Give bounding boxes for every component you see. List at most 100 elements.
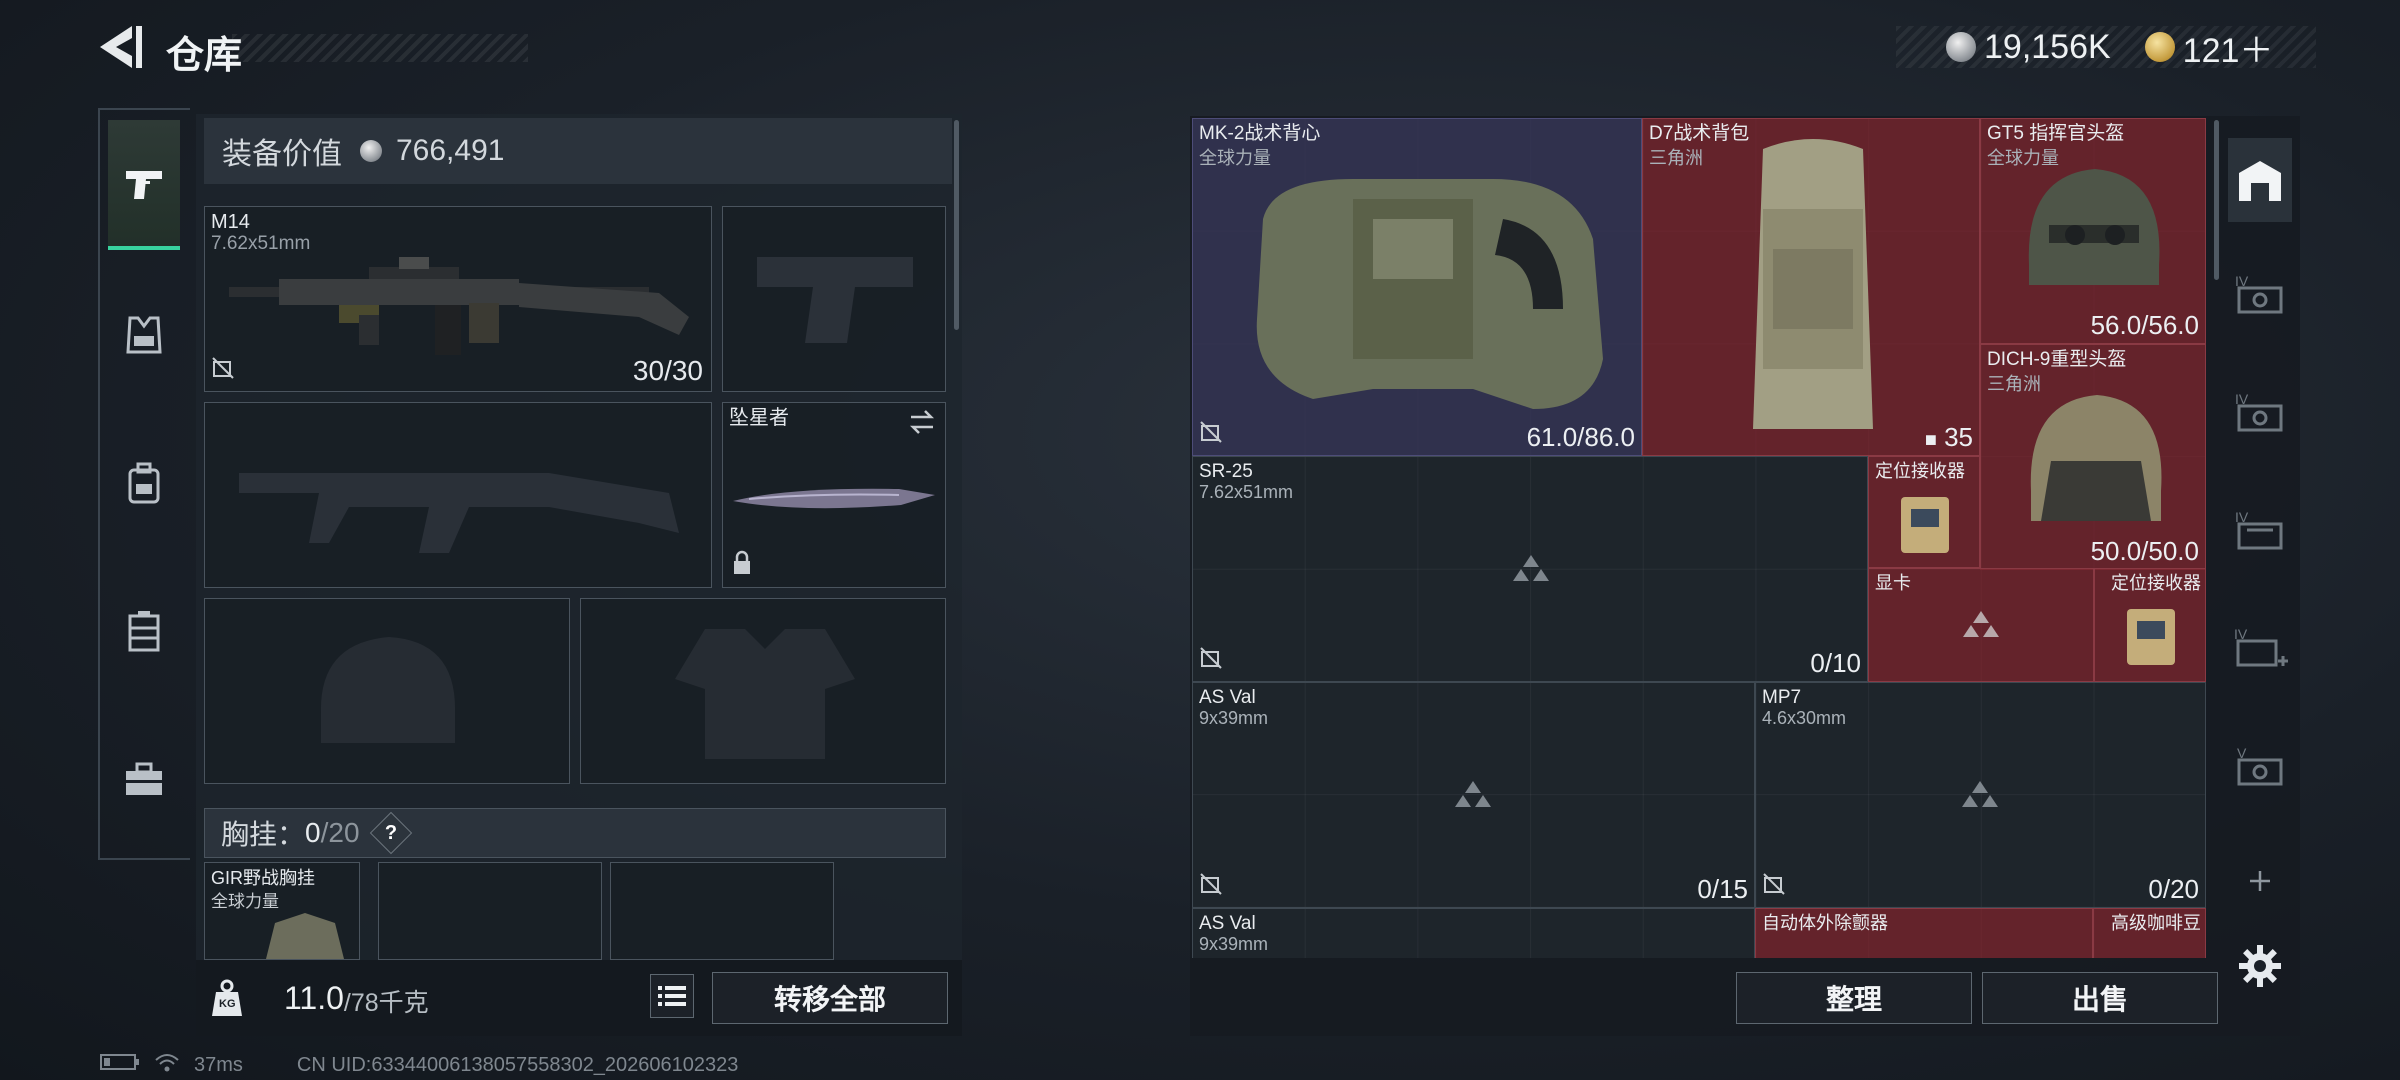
- chest-rig-pocket-1[interactable]: [378, 862, 602, 960]
- rifle-placeholder-icon: [239, 473, 679, 553]
- chest-rig-pocket-2[interactable]: [610, 862, 834, 960]
- not-insured-icon: [211, 356, 235, 385]
- ping: 37ms: [194, 1053, 243, 1076]
- rail-tab-armor[interactable]: [108, 270, 180, 400]
- backpack-capacity: ■ 35: [1924, 422, 1973, 452]
- stash-item-aed[interactable]: 自动体外除颤器: [1755, 908, 2093, 958]
- silver-coin-icon: [360, 140, 382, 162]
- page-title: 仓库: [166, 35, 243, 77]
- locator-image: [1901, 497, 1949, 553]
- capacity-icon: ■: [1924, 429, 1937, 451]
- stash-rail: IV IV IV IV V: [2220, 116, 2300, 1036]
- rifle-image: [229, 257, 689, 355]
- secondary-weapon-slot[interactable]: [204, 402, 712, 588]
- stash-iv-icon: IV: [2235, 273, 2283, 314]
- not-insured-icon: [1199, 872, 1223, 901]
- transfer-all-button[interactable]: 转移全部: [712, 972, 948, 1024]
- help-button[interactable]: ?: [369, 811, 412, 855]
- stash-v-icon: V: [2237, 745, 2283, 786]
- stash-iv-add-icon: IV: [2234, 626, 2288, 667]
- stash-grid: MK-2战术背心 全球力量 61.0/86.0 D7战术背包 三角洲 ■ 35 …: [1192, 118, 2206, 958]
- title-decoration: [232, 34, 528, 62]
- heavy-helmet-image: [2030, 395, 2162, 521]
- missing-asset-icon: [1513, 555, 1549, 581]
- add-icon: [2250, 871, 2270, 891]
- sort-button[interactable]: 整理: [1736, 972, 1972, 1024]
- stash-item-helmet-gt5[interactable]: GT5 指挥官头盔 全球力量 56.0/56.0: [1980, 118, 2206, 344]
- gold-coin-icon: [2144, 32, 2175, 62]
- stash-item-gpu[interactable]: 显卡: [1868, 568, 2094, 682]
- stash-item-asval-1[interactable]: AS Val 9x39mm 0/15: [1192, 682, 1755, 908]
- wifi-icon: [154, 1052, 180, 1078]
- armor-placeholder-icon: [675, 629, 855, 759]
- chest-rig-header: 胸挂： 0/20 ?: [204, 808, 946, 858]
- status-line: 37ms CN UID:63344006138057558302_2026061…: [100, 1052, 738, 1078]
- pistol-slot[interactable]: [722, 206, 946, 392]
- not-insured-icon: [1199, 420, 1223, 449]
- add-stash-button[interactable]: [2228, 856, 2292, 906]
- stash-iv-icon: IV: [2235, 509, 2283, 550]
- stash-iv-icon: IV: [2235, 391, 2283, 432]
- user-uid: CN UID:63344006138057558302_202606102323: [296, 1053, 739, 1076]
- loadout-scrollbar[interactable]: [954, 120, 959, 330]
- list-icon: [658, 986, 686, 1006]
- stash-item-locator-2[interactable]: 定位接收器: [2094, 568, 2206, 682]
- back-button[interactable]: [96, 22, 144, 72]
- toolbox-icon: [126, 762, 162, 795]
- chest-rig-icon: [128, 611, 160, 652]
- pistol-placeholder-icon: [757, 257, 913, 343]
- stash-tab-main[interactable]: [2228, 138, 2292, 222]
- locator-image: [2127, 609, 2175, 665]
- pistol-icon: [126, 171, 162, 199]
- gold-currency[interactable]: 121＋: [2144, 23, 2273, 72]
- equipment-value: 装备价值 766,491: [204, 118, 952, 184]
- rail-tab-chest-rig[interactable]: [108, 566, 180, 696]
- helmet-slot[interactable]: [204, 598, 570, 784]
- stash-item-sr25[interactable]: SR-25 7.62x51mm 0/10: [1192, 456, 1868, 682]
- list-view-button[interactable]: [650, 974, 694, 1018]
- rail-tab-weapons[interactable]: [108, 120, 180, 250]
- not-insured-icon: [1762, 872, 1786, 901]
- melee-slot[interactable]: 坠星者: [722, 402, 946, 588]
- stash-item-mp7[interactable]: MP7 4.6x30mm 0/20: [1755, 682, 2206, 908]
- back-arrow-icon: [100, 26, 142, 68]
- lock-icon: [731, 550, 753, 581]
- missing-asset-icon: [1963, 611, 1999, 637]
- stash-item-asval-2[interactable]: AS Val 9x39mm: [1192, 908, 1755, 958]
- weight-max: /78千克: [343, 989, 429, 1017]
- backpack-icon: [128, 462, 160, 504]
- stash-item-backpack[interactable]: D7战术背包 三角洲 ■ 35: [1642, 118, 1980, 456]
- not-insured-icon: [1199, 646, 1223, 675]
- silver-currency[interactable]: 19,156K: [1946, 28, 2111, 67]
- backpack-image: [1753, 139, 1873, 429]
- knife-image: [733, 488, 935, 509]
- armor-slot[interactable]: [580, 598, 946, 784]
- battery-icon: [100, 1053, 140, 1077]
- rail-tab-tools[interactable]: [108, 714, 180, 844]
- stash-tab-4[interactable]: IV: [2228, 488, 2292, 572]
- category-rail: [98, 108, 190, 860]
- stash-item-locator-1[interactable]: 定位接收器: [1868, 456, 1980, 568]
- silver-coin-icon: [1946, 32, 1976, 62]
- stash-tab-5[interactable]: IV: [2228, 606, 2292, 690]
- missing-asset-icon: [1455, 781, 1491, 807]
- armor-vest-icon: [126, 316, 162, 354]
- weight-icon: KG: [210, 978, 244, 1018]
- stash-tab-6[interactable]: V: [2228, 724, 2292, 808]
- stash-tab-3[interactable]: IV: [2228, 370, 2292, 454]
- chest-rig-capacity: 0/20: [305, 817, 360, 848]
- gear-icon: [2239, 945, 2281, 987]
- stash-item-vest[interactable]: MK-2战术背心 全球力量 61.0/86.0: [1192, 118, 1642, 456]
- sell-button[interactable]: 出售: [1982, 972, 2218, 1024]
- rail-tab-backpack[interactable]: [108, 418, 180, 548]
- stash-scrollbar[interactable]: [2214, 120, 2219, 280]
- stash-tab-2[interactable]: IV: [2228, 252, 2292, 336]
- primary-weapon-slot[interactable]: M14 7.62x51mm 30/30: [204, 206, 712, 392]
- chest-rig-slot[interactable]: GIR野战胸挂 全球力量: [204, 862, 360, 960]
- swap-icon[interactable]: [907, 409, 937, 440]
- stash-item-coffee[interactable]: 高级咖啡豆: [2093, 908, 2206, 958]
- stash-home-icon: [2239, 161, 2281, 201]
- stash-item-helmet-dich9[interactable]: DICH-9重型头盔 三角洲 50.0/50.0: [1980, 344, 2206, 570]
- settings-button[interactable]: [2228, 936, 2292, 996]
- chest-rig-image: [266, 913, 344, 959]
